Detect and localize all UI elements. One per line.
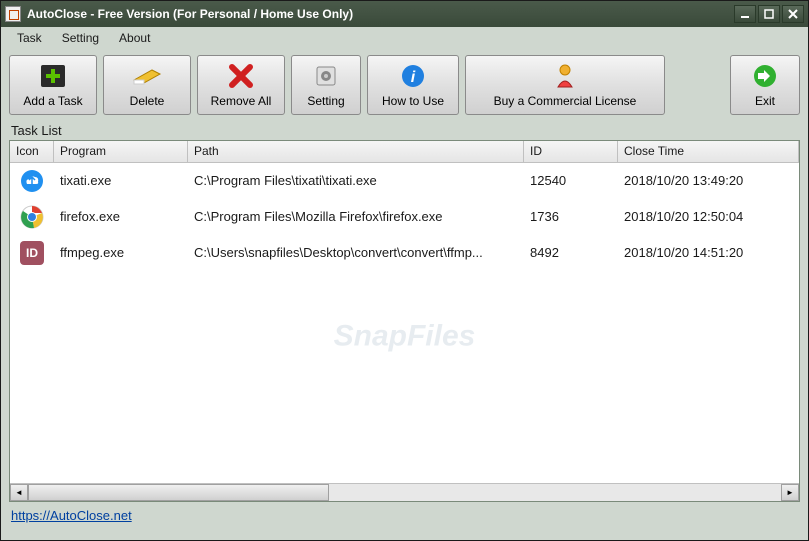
- watermark: SnapFiles: [334, 320, 476, 354]
- how-to-use-icon: i: [397, 62, 429, 90]
- table-body: tixati.exe C:\Program Files\tixati\tixat…: [10, 163, 799, 483]
- table-header: Icon Program Path ID Close Time: [10, 141, 799, 163]
- remove-all-button[interactable]: Remove All: [197, 55, 285, 115]
- row-close-time: 2018/10/20 13:49:20: [618, 173, 799, 188]
- column-path[interactable]: Path: [188, 141, 524, 162]
- row-icon-cell: [10, 205, 54, 229]
- exit-button[interactable]: Exit: [730, 55, 800, 115]
- row-path: C:\Program Files\Mozilla Firefox\firefox…: [188, 209, 524, 224]
- minimize-button[interactable]: [734, 5, 756, 23]
- table-row[interactable]: ID ffmpeg.exe C:\Users\snapfiles\Desktop…: [10, 235, 799, 271]
- footer: https://AutoClose.net: [1, 502, 808, 529]
- column-icon[interactable]: Icon: [10, 141, 54, 162]
- menu-task[interactable]: Task: [7, 29, 52, 47]
- id-icon: ID: [20, 241, 44, 265]
- how-to-use-label: How to Use: [382, 94, 444, 108]
- buy-license-button[interactable]: Buy a Commercial License: [465, 55, 665, 115]
- add-task-icon: [37, 62, 69, 90]
- column-id[interactable]: ID: [524, 141, 618, 162]
- exit-icon: [749, 62, 781, 90]
- delete-button[interactable]: Delete: [103, 55, 191, 115]
- row-path: C:\Users\snapfiles\Desktop\convert\conve…: [188, 245, 524, 260]
- buy-license-label: Buy a Commercial License: [494, 94, 637, 108]
- footer-link[interactable]: https://AutoClose.net: [11, 508, 132, 523]
- row-id: 8492: [524, 245, 618, 260]
- menu-about[interactable]: About: [109, 29, 160, 47]
- delete-icon: [131, 62, 163, 90]
- exit-label: Exit: [755, 94, 775, 108]
- row-id: 1736: [524, 209, 618, 224]
- column-program[interactable]: Program: [54, 141, 188, 162]
- remove-all-label: Remove All: [211, 94, 272, 108]
- setting-label: Setting: [307, 94, 344, 108]
- row-path: C:\Program Files\tixati\tixati.exe: [188, 173, 524, 188]
- menu-bar: Task Setting About: [1, 27, 808, 49]
- row-program: tixati.exe: [54, 173, 188, 188]
- app-icon: [5, 6, 21, 22]
- add-task-button[interactable]: Add a Task: [9, 55, 97, 115]
- buy-license-icon: [549, 62, 581, 90]
- how-to-use-button[interactable]: i How to Use: [367, 55, 459, 115]
- chrome-icon: [20, 205, 44, 229]
- table-row[interactable]: tixati.exe C:\Program Files\tixati\tixat…: [10, 163, 799, 199]
- window-title: AutoClose - Free Version (For Personal /…: [27, 7, 732, 21]
- toolbar: Add a Task Delete Remove All Setting i H…: [1, 49, 808, 121]
- remove-all-icon: [225, 62, 257, 90]
- close-button[interactable]: [782, 5, 804, 23]
- row-program: ffmpeg.exe: [54, 245, 188, 260]
- setting-icon: [310, 62, 342, 90]
- maximize-icon: [764, 9, 774, 19]
- setting-button[interactable]: Setting: [291, 55, 361, 115]
- row-program: firefox.exe: [54, 209, 188, 224]
- maximize-button[interactable]: [758, 5, 780, 23]
- row-close-time: 2018/10/20 12:50:04: [618, 209, 799, 224]
- app-window: AutoClose - Free Version (For Personal /…: [0, 0, 809, 541]
- row-icon-cell: [10, 169, 54, 193]
- row-icon-cell: ID: [10, 241, 54, 265]
- minimize-icon: [740, 9, 750, 19]
- svg-text:i: i: [411, 69, 416, 86]
- task-list: Icon Program Path ID Close Time tixati.e…: [9, 140, 800, 502]
- add-task-label: Add a Task: [23, 94, 82, 108]
- table-row[interactable]: firefox.exe C:\Program Files\Mozilla Fir…: [10, 199, 799, 235]
- close-icon: [788, 9, 798, 19]
- task-list-label: Task List: [1, 121, 808, 140]
- delete-label: Delete: [130, 94, 165, 108]
- row-id: 12540: [524, 173, 618, 188]
- scroll-track[interactable]: [28, 484, 781, 501]
- scroll-left-button[interactable]: ◄: [10, 484, 28, 501]
- scroll-thumb[interactable]: [28, 484, 329, 501]
- horizontal-scrollbar[interactable]: ◄ ►: [10, 483, 799, 501]
- title-bar: AutoClose - Free Version (For Personal /…: [1, 1, 808, 27]
- column-close-time[interactable]: Close Time: [618, 141, 799, 162]
- row-close-time: 2018/10/20 14:51:20: [618, 245, 799, 260]
- menu-setting[interactable]: Setting: [52, 29, 109, 47]
- cloud-upload-icon: [20, 169, 44, 193]
- scroll-right-button[interactable]: ►: [781, 484, 799, 501]
